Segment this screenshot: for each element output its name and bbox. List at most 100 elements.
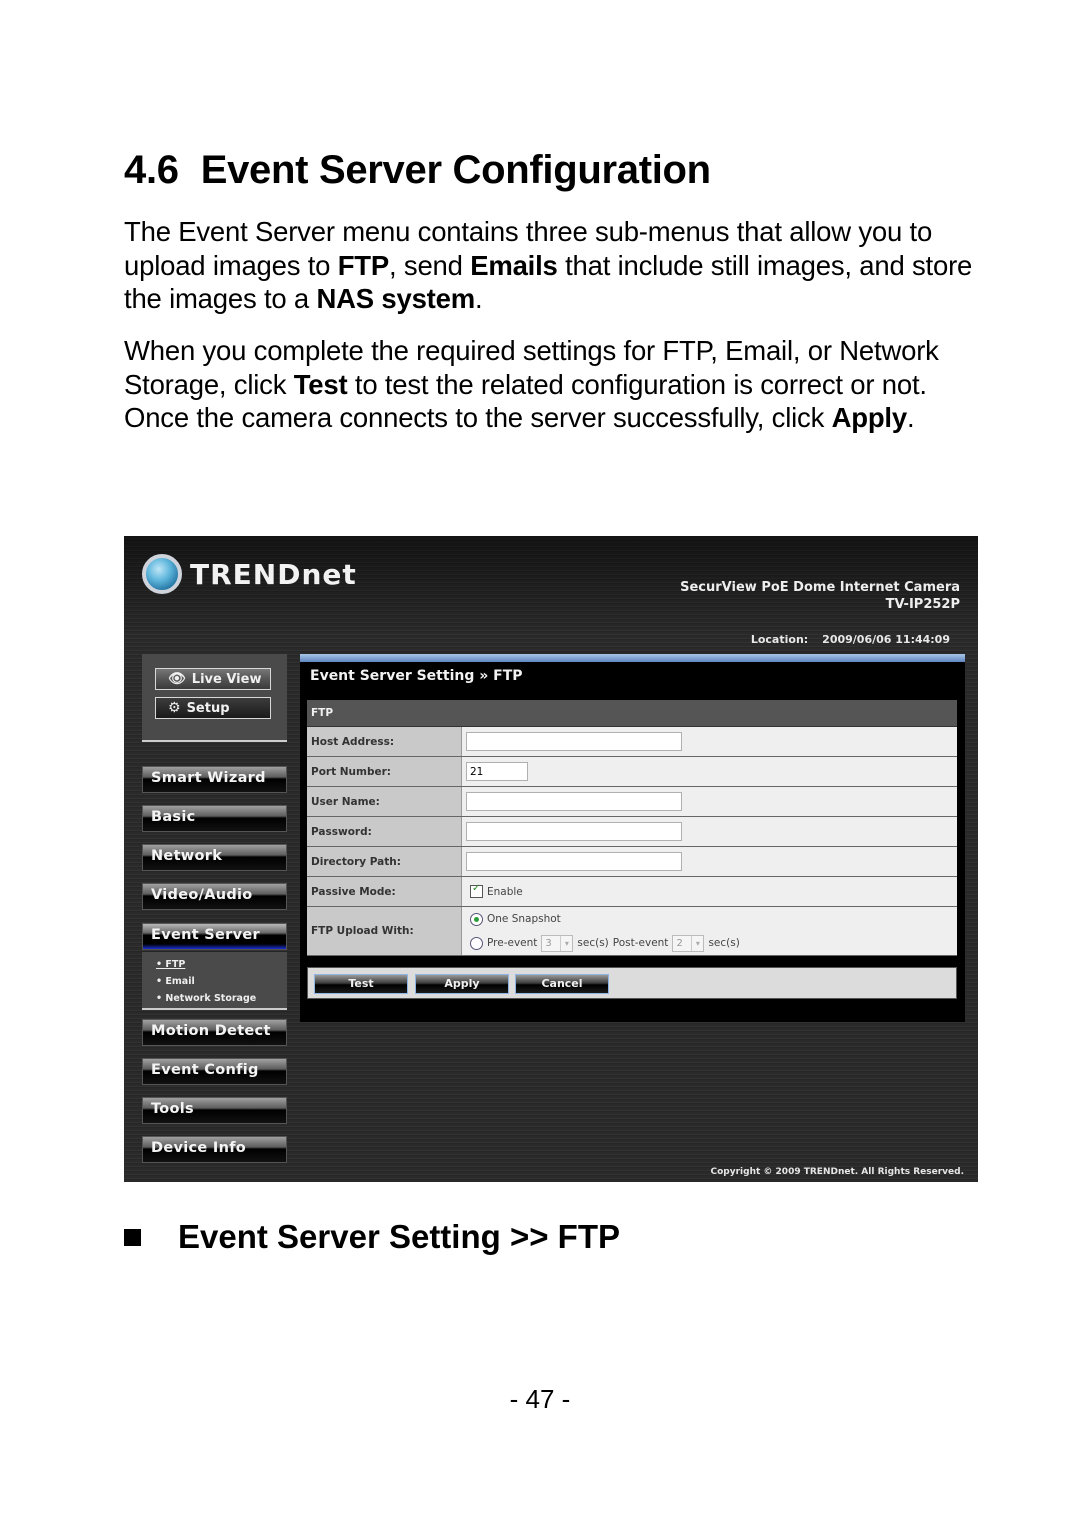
location-label: Location: [750,633,809,646]
submenu-network-storage[interactable]: • Network Storage [156,993,256,1004]
camera-web-ui-screenshot: TRENDnet SecurView PoE Dome Internet Cam… [124,536,978,1182]
action-bar: Test Apply Cancel [307,967,957,999]
passive-mode-checkbox[interactable] [470,883,483,898]
eye-icon: 👁 [168,671,186,687]
port-number-input[interactable] [466,762,528,781]
view-mode-box: 👁 Live View ⚙ Setup [142,654,287,742]
nav-motion-detect[interactable]: Motion Detect [142,1019,287,1046]
event-server-submenu: • FTP • Email • Network Storage [142,952,287,1010]
upload-with-label: FTP Upload With: [307,906,462,956]
body-text: . [906,402,915,433]
password-label: Password: [307,816,462,847]
host-address-input[interactable] [466,732,682,751]
main-panel: Event Server Setting » FTP FTP Host Addr… [300,654,965,1022]
table-row: Directory Path: [307,846,957,877]
chevron-down-icon: ▾ [691,935,703,951]
panel-title: Event Server Setting » FTP [310,668,523,684]
gear-icon: ⚙ [168,700,181,716]
passive-mode-label: Passive Mode: [307,876,462,907]
pre-event-radio[interactable] [470,936,483,950]
section-title: 4.6 Event Server Configuration [124,148,711,193]
trendnet-logo: TRENDnet [142,554,357,594]
nav-event-config[interactable]: Event Config [142,1058,287,1085]
post-event-select[interactable]: 2 ▾ [672,934,705,952]
nav-tools[interactable]: Tools [142,1097,287,1124]
live-view-label: Live View [191,671,262,687]
ftp-section-header: FTP [307,700,957,727]
nav-event-server[interactable]: Event Server [142,923,287,950]
section-number: 4.6 [124,148,179,192]
password-cell [461,816,957,847]
product-name: SecurView PoE Dome Internet Camera [680,580,960,595]
host-address-label: Host Address: [307,726,462,757]
body-text: , send [389,249,471,281]
emphasis-text: Emails [470,249,558,281]
ftp-settings-table: FTP Host Address: Port Number: User Name… [307,700,957,956]
table-row: Password: [307,816,957,847]
password-input[interactable] [466,822,682,841]
nav-device-info[interactable]: Device Info [142,1136,287,1163]
port-number-label: Port Number: [307,756,462,787]
nav-basic[interactable]: Basic [142,805,287,832]
trendnet-globe-icon [142,554,182,594]
emphasis-text: Apply [831,402,908,433]
port-number-cell [461,756,957,787]
host-address-cell [461,726,957,757]
user-name-input[interactable] [466,792,682,811]
pre-event-label: Pre-event [487,937,538,949]
nav-smart-wizard[interactable]: Smart Wizard [142,766,287,793]
table-row: Host Address: [307,726,957,757]
post-event-value: 2 [676,937,683,949]
submenu-ftp[interactable]: • FTP [156,959,185,970]
chevron-down-icon: ▾ [560,935,572,951]
submenu-email-label: Email [165,976,195,987]
figure-caption-text: Event Server Setting >> FTP [178,1218,620,1255]
page-number: - 47 - [509,1384,571,1414]
passive-mode-option: Enable [487,885,523,898]
user-name-cell [461,786,957,817]
table-row: Port Number: [307,756,957,787]
passive-mode-cell: Enable [461,876,957,907]
product-model: TV-IP252P [885,597,960,612]
upload-with-cell: One Snapshot Pre-event 3 ▾ sec(s) Post-ev… [461,906,957,956]
submenu-email[interactable]: • Email [156,976,195,987]
pre-event-unit: sec(s) [577,937,609,949]
test-button[interactable]: Test [314,974,408,994]
location-timestamp: 2009/06/06 11:44:09 [822,633,950,646]
cancel-button[interactable]: Cancel [515,974,609,994]
table-row: Passive Mode: Enable [307,876,957,907]
emphasis-text: NAS system [316,283,475,314]
location-time: Location: 2009/06/06 11:44:09 [751,633,950,646]
intro-paragraph: The Event Server menu contains three sub… [124,215,984,316]
post-event-unit: sec(s) [708,937,740,949]
nav-video-audio[interactable]: Video/Audio [142,883,287,910]
setup-button[interactable]: ⚙ Setup [155,697,271,719]
copyright-notice: Copyright © 2009 TRENDnet. All Rights Re… [710,1167,965,1177]
instruction-paragraph: When you complete the required settings … [124,334,984,435]
brand-name: TRENDnet [190,557,357,591]
figure-caption: Event Server Setting >> FTP [124,1218,620,1256]
submenu-ftp-label: FTP [165,959,186,970]
pre-event-value: 3 [545,937,552,949]
live-view-button[interactable]: 👁 Live View [155,668,271,690]
submenu-network-storage-label: Network Storage [165,993,257,1004]
directory-path-cell [461,846,957,877]
emphasis-text: Test [293,368,348,400]
product-info: SecurView PoE Dome Internet Camera TV-IP… [680,579,960,613]
section-title-text: Event Server Configuration [200,148,711,192]
directory-path-label: Directory Path: [307,846,462,877]
nav-network[interactable]: Network [142,844,287,871]
body-text: . [474,283,483,314]
panel-top-bar [300,654,965,662]
table-row: User Name: [307,786,957,817]
directory-path-input[interactable] [466,852,682,871]
post-event-label: Post-event [612,937,669,949]
setup-label: Setup [186,700,230,716]
pre-event-select[interactable]: 3 ▾ [541,934,574,952]
square-bullet-icon [124,1228,141,1246]
one-snapshot-radio[interactable] [470,912,483,926]
user-name-label: User Name: [307,786,462,817]
one-snapshot-label: One Snapshot [487,913,561,925]
table-row: FTP Upload With: One Snapshot Pre-event … [307,906,957,956]
apply-button[interactable]: Apply [415,974,509,994]
